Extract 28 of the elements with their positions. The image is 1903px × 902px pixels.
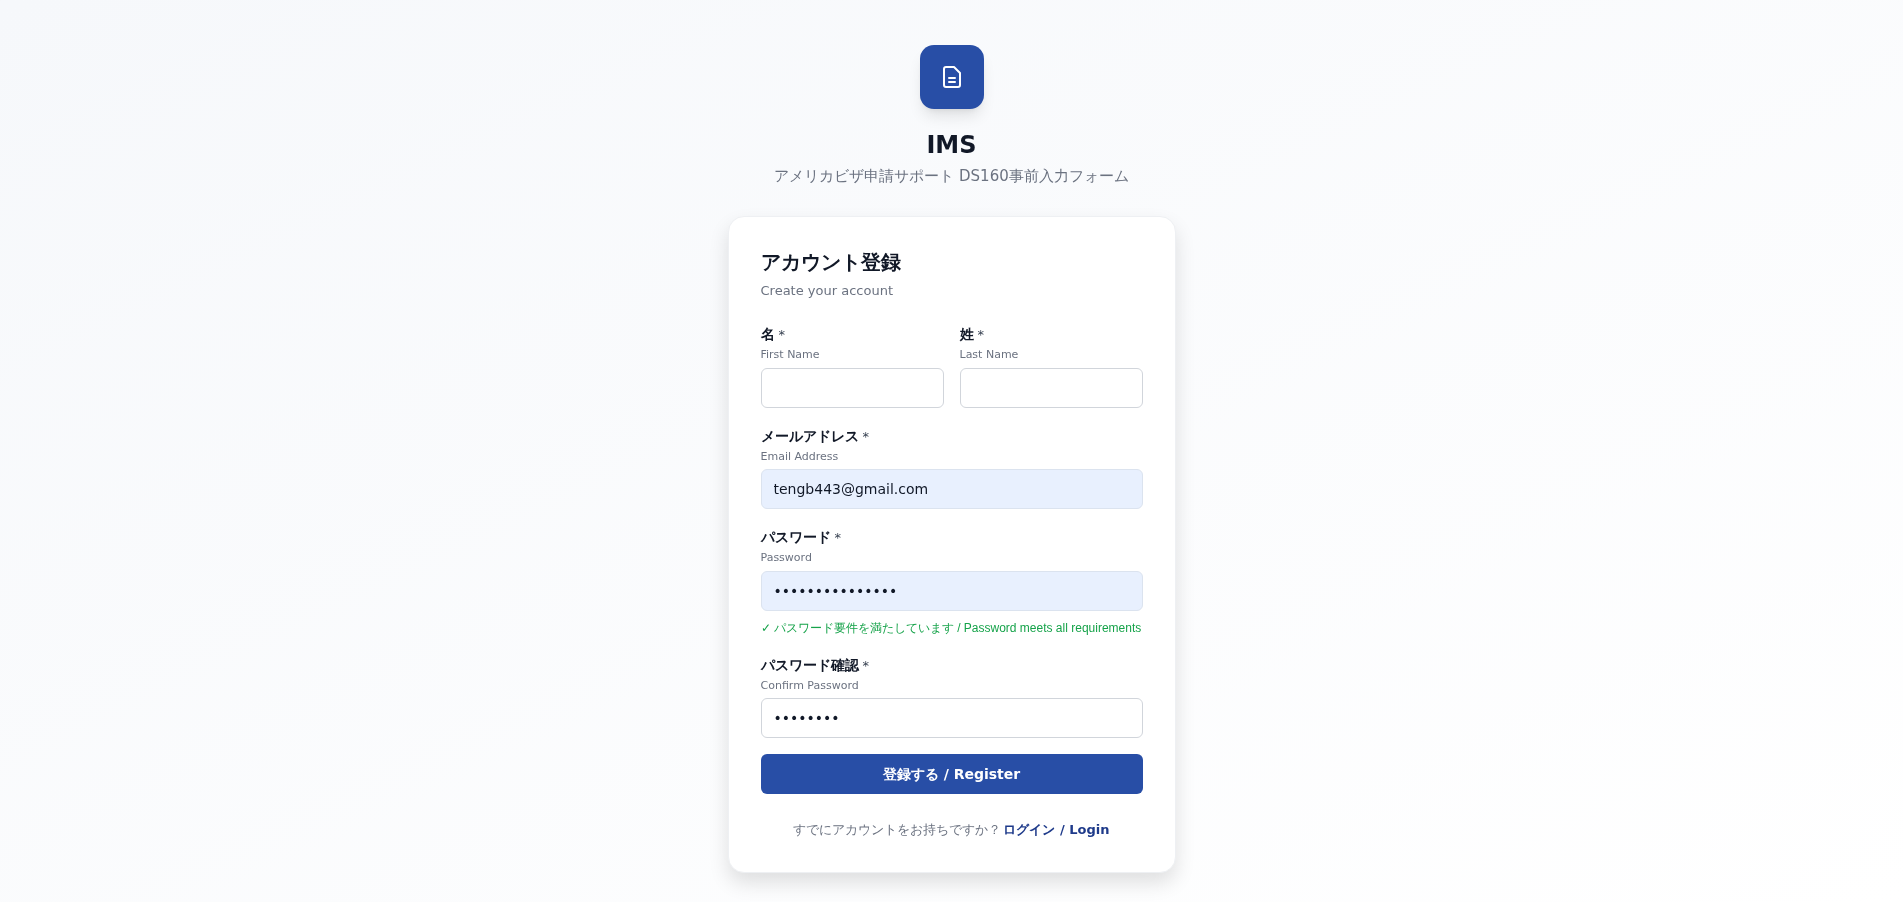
field-label: 名 bbox=[760, 325, 775, 344]
field-label: 姓 bbox=[959, 325, 974, 344]
field-sublabel: Last Name bbox=[959, 347, 1020, 363]
input-field[interactable]: •••••••• bbox=[760, 698, 1143, 738]
app-subtitle: アメリカビザ申請サポート DS160事前入力フォーム bbox=[774, 166, 1129, 187]
login-prompt: すでにアカウントをお持ちですか？ bbox=[793, 821, 1002, 839]
login-link[interactable]: ログイン / Login bbox=[1003, 820, 1110, 840]
required-mark: * bbox=[834, 529, 841, 547]
field-sublabel: Email Address bbox=[760, 448, 840, 465]
input-field[interactable] bbox=[959, 367, 1143, 408]
field-sublabel: Confirm Password bbox=[760, 677, 860, 694]
password-hint: ✓ パスワード要件を満たしています / Password meets all requirements bbox=[760, 619, 1142, 637]
required-mark: * bbox=[977, 326, 984, 344]
input-field[interactable] bbox=[760, 367, 944, 408]
register-button[interactable]: 登録する / Register bbox=[760, 754, 1143, 794]
app-name: IMS bbox=[926, 130, 977, 161]
field-sublabel: First Name bbox=[760, 347, 821, 363]
card-subtitle: Create your account bbox=[760, 281, 894, 300]
input-field[interactable]: ••••••••••••••• bbox=[760, 570, 1143, 611]
input-field[interactable]: tengb443@gmail.com bbox=[760, 469, 1143, 509]
field-label: パスワード確認 bbox=[760, 655, 859, 675]
required-mark: * bbox=[778, 326, 785, 344]
field-sublabel: Password bbox=[760, 550, 813, 566]
field-label: メールアドレス bbox=[760, 426, 859, 446]
required-mark: * bbox=[862, 656, 869, 675]
required-mark: * bbox=[862, 427, 869, 446]
card-title: アカウント登録 bbox=[760, 248, 902, 276]
field-label: パスワード bbox=[760, 528, 831, 547]
